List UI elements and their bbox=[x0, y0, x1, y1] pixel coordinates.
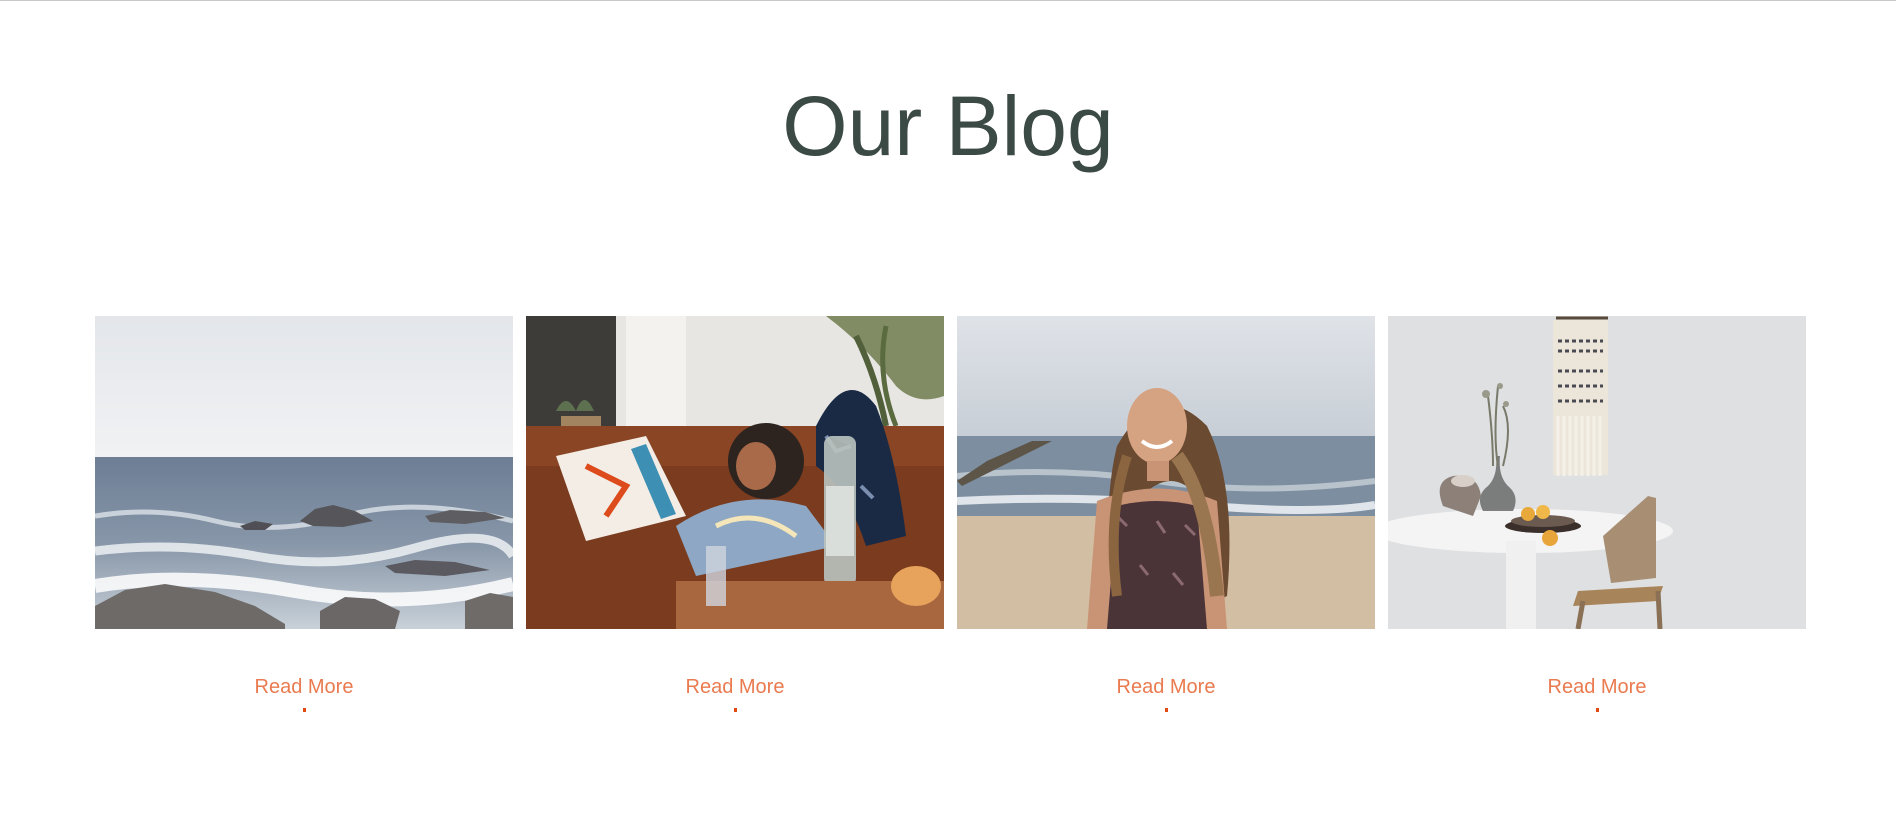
link-underline-dot bbox=[1164, 708, 1168, 712]
read-more-link[interactable]: Read More bbox=[1548, 675, 1647, 699]
blog-card: Read More bbox=[526, 316, 944, 712]
blog-section: Our Blog Read More Read More Read More R… bbox=[0, 0, 1896, 831]
read-more-link[interactable]: Read More bbox=[686, 675, 785, 699]
section-title: Our Blog bbox=[782, 79, 1114, 173]
link-underline-dot bbox=[1595, 708, 1599, 712]
blog-card: Read More bbox=[95, 316, 513, 712]
blog-card: Read More bbox=[1388, 316, 1806, 712]
blog-grid: Read More Read More Read More Read More bbox=[95, 316, 1806, 712]
white-table-with-vase-photo[interactable] bbox=[1388, 316, 1806, 629]
read-more-link[interactable]: Read More bbox=[255, 675, 354, 699]
blog-card: Read More bbox=[957, 316, 1375, 712]
link-underline-dot bbox=[733, 708, 737, 712]
top-divider bbox=[0, 0, 1896, 1]
link-underline-dot bbox=[302, 708, 306, 712]
ocean-rocks-photo[interactable] bbox=[95, 316, 513, 629]
woman-smiling-on-beach-photo[interactable] bbox=[957, 316, 1375, 629]
woman-laughing-on-sofa-photo[interactable] bbox=[526, 316, 944, 629]
read-more-link[interactable]: Read More bbox=[1117, 675, 1216, 699]
